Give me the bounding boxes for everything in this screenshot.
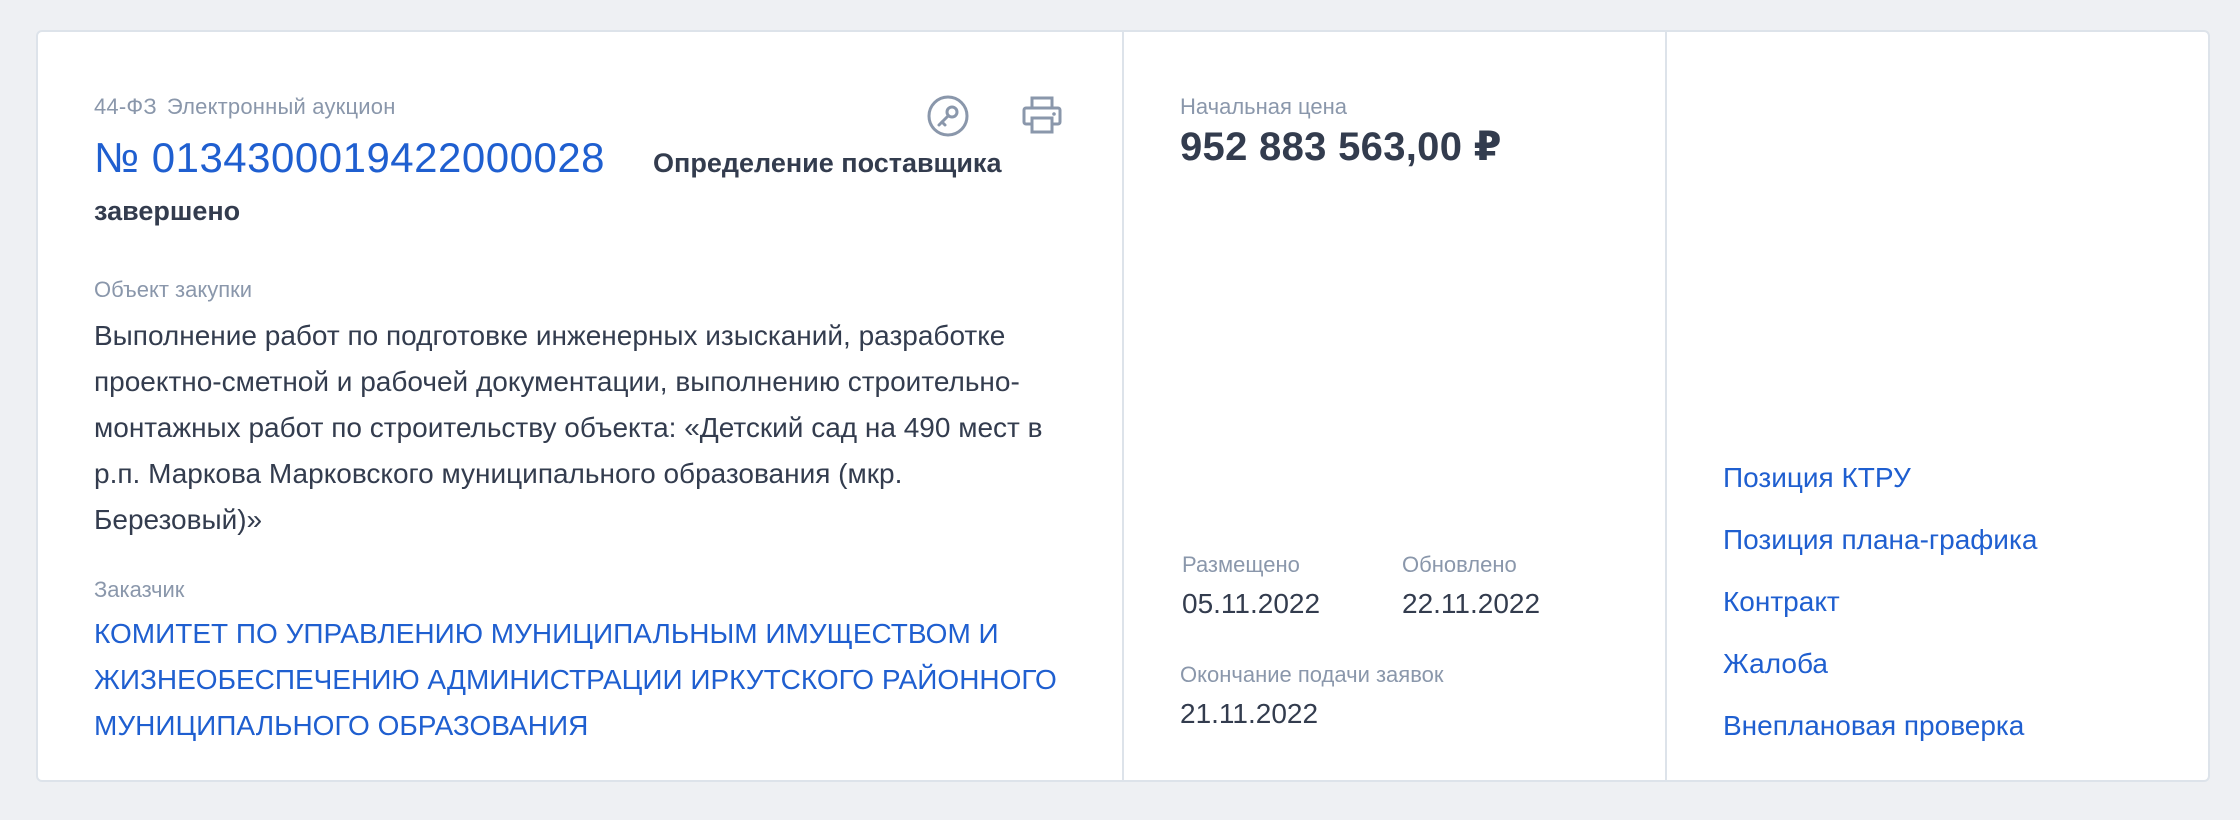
updated-date-cell: Обновлено 22.11.2022 [1400,552,1620,620]
link-contract[interactable]: Контракт [1723,584,2037,620]
purchase-card: 44-ФЗ Электронный аукцион № 013430001942… [36,30,2210,782]
initial-price: 952 883 563,00 ₽ [1180,125,1502,169]
price-column: Начальная цена 952 883 563,00 ₽ Размещен… [1124,32,1667,780]
key-icon[interactable] [924,92,972,140]
purchase-header: № 0134300019422000028 Определение постав… [94,134,1066,182]
posted-label: Размещено [1182,552,1300,577]
method-label: Электронный аукцион [166,94,396,119]
customer-label: Заказчик [94,577,185,602]
status-text-continued: завершено [94,196,241,226]
link-plan-schedule-position[interactable]: Позиция плана-графика [1723,522,2037,558]
updated-date: 22.11.2022 [1402,588,1541,619]
related-links-column: Позиция КТРУ Позиция плана-графика Контр… [1667,32,2208,780]
purchase-object-section: Объект закупки Выполнение работ по подго… [94,277,1066,543]
dates-row: Размещено 05.11.2022 Обновлено 22.11.202… [1180,552,1620,620]
object-label: Объект закупки [94,277,253,302]
deadline-label: Окончание подачи заявок [1180,662,1444,687]
registry-number-link[interactable]: № 0134300019422000028 [94,134,605,182]
object-description: Выполнение работ по подготовке инженерны… [94,320,1043,535]
deadline-date: 21.11.2022 [1180,698,1319,729]
status-text: Определение поставщика [653,148,1002,178]
law-label: 44-ФЗ [94,94,157,119]
link-unscheduled-inspection[interactable]: Внеплановая проверка [1723,708,2037,744]
related-links: Позиция КТРУ Позиция плана-графика Контр… [1723,460,2037,770]
link-complaint[interactable]: Жалоба [1723,646,2037,682]
updated-label: Обновлено [1402,552,1517,577]
customer-section: Заказчик КОМИТЕТ ПО УПРАВЛЕНИЮ МУНИЦИПАЛ… [94,577,1066,749]
posted-date: 05.11.2022 [1182,588,1321,619]
customer-link[interactable]: КОМИТЕТ ПО УПРАВЛЕНИЮ МУНИЦИПАЛЬНЫМ ИМУЩ… [94,611,1066,749]
posted-date-cell: Размещено 05.11.2022 [1180,552,1400,620]
card-actions [924,92,1066,140]
dates-block: Размещено 05.11.2022 Обновлено 22.11.202… [1180,552,1620,730]
price-block: Начальная цена 952 883 563,00 ₽ [1180,94,1502,170]
link-ktru-position[interactable]: Позиция КТРУ [1723,460,2037,496]
purchase-info-column: 44-ФЗ Электронный аукцион № 013430001942… [38,32,1124,780]
deadline-cell: Окончание подачи заявок 21.11.2022 [1180,662,1620,730]
price-label: Начальная цена [1180,94,1348,119]
purchase-meta: 44-ФЗ Электронный аукцион [94,94,1066,120]
printer-icon[interactable] [1018,92,1066,140]
